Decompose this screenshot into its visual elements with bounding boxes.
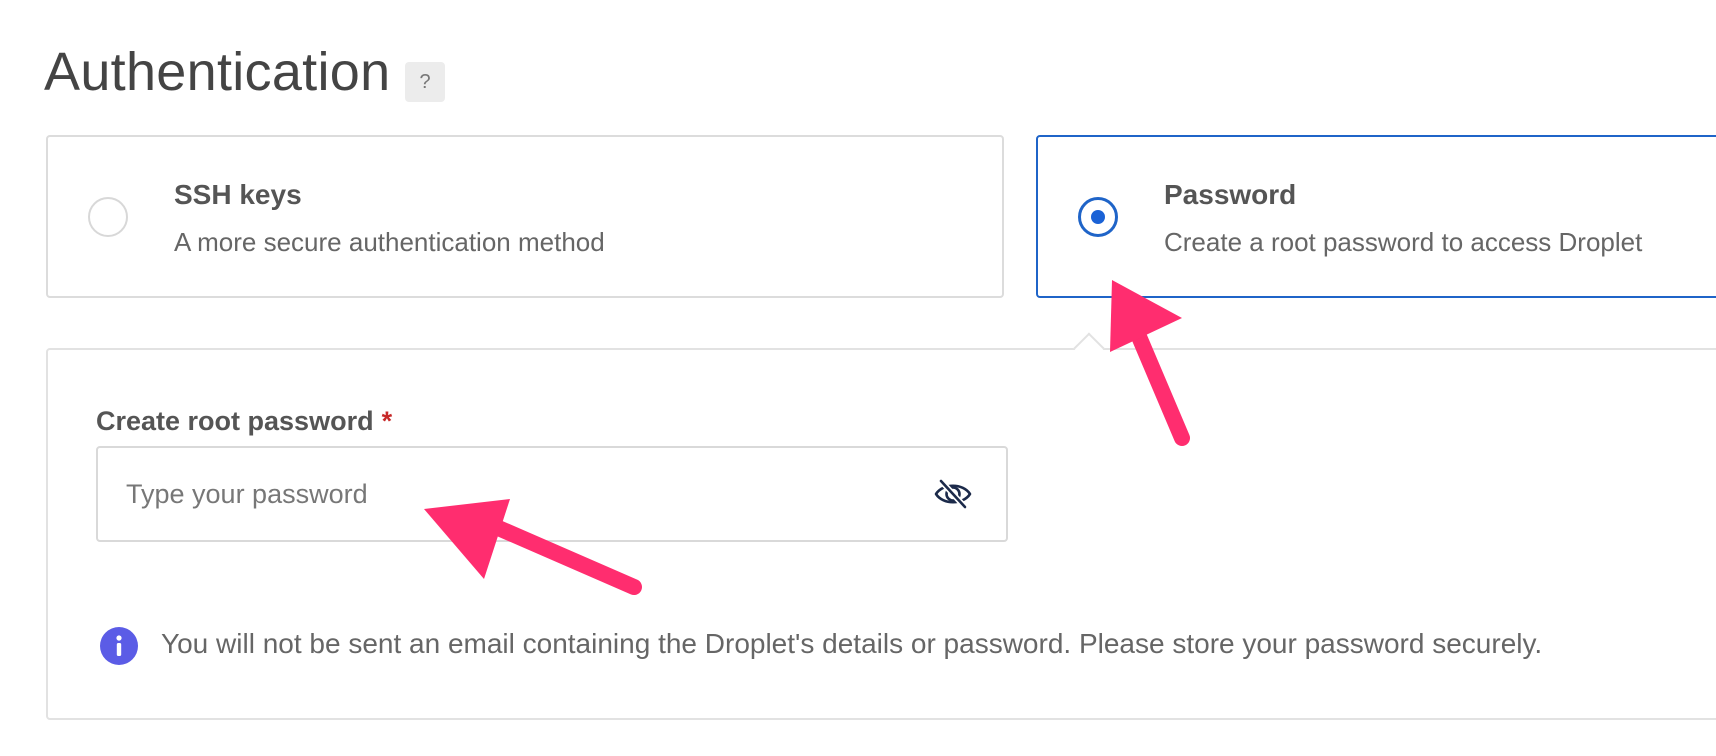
info-icon bbox=[100, 627, 138, 665]
password-description: Create a root password to access Droplet bbox=[1164, 227, 1643, 257]
password-field-label: Create root password * bbox=[96, 406, 392, 437]
root-password-input[interactable] bbox=[96, 446, 1008, 542]
eye-slash-icon[interactable] bbox=[933, 477, 973, 511]
password-radio[interactable] bbox=[1078, 197, 1118, 237]
password-title: Password bbox=[1164, 179, 1297, 210]
ssh-keys-title: SSH keys bbox=[174, 179, 302, 210]
ssh-keys-description: A more secure authentication method bbox=[174, 227, 605, 257]
ssh-keys-radio[interactable] bbox=[88, 197, 128, 237]
password-field-label-text: Create root password bbox=[96, 406, 374, 436]
radio-selected-dot bbox=[1091, 210, 1105, 224]
help-button[interactable]: ? bbox=[405, 62, 445, 102]
ssh-keys-option[interactable]: SSH keys A more secure authentication me… bbox=[46, 135, 1004, 298]
password-info-message: You will not be sent an email containing… bbox=[161, 628, 1543, 659]
section-title: Authentication bbox=[44, 42, 391, 102]
required-marker: * bbox=[381, 406, 393, 436]
password-option[interactable]: Password Create a root password to acces… bbox=[1036, 135, 1716, 298]
